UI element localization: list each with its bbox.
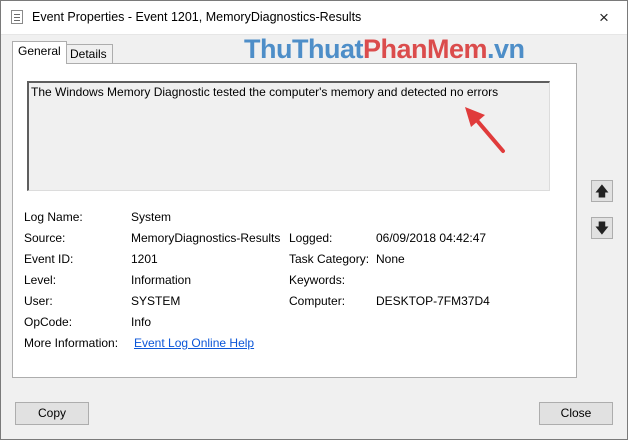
- tab-general[interactable]: General: [12, 41, 67, 64]
- level-value: Information: [131, 273, 192, 287]
- tab-details[interactable]: Details: [64, 44, 113, 64]
- event-log-online-help-link[interactable]: Event Log Online Help: [134, 336, 254, 350]
- event-viewer-icon: [11, 10, 23, 24]
- copy-button[interactable]: Copy: [15, 402, 89, 425]
- event-id-value: 1201: [131, 252, 158, 266]
- source-label: Source:: [24, 231, 66, 245]
- arrow-down-icon: 🡇: [594, 220, 610, 236]
- log-name-value: System: [131, 210, 172, 224]
- logged-label: Logged:: [289, 231, 333, 245]
- computer-value: DESKTOP-7FM37D4: [376, 294, 490, 308]
- logged-value: 06/09/2018 04:42:47: [376, 231, 487, 245]
- title-bar: Event Properties - Event 1201, MemoryDia…: [1, 1, 627, 35]
- opcode-value: Info: [131, 315, 152, 329]
- previous-event-button[interactable]: 🡅: [591, 180, 613, 202]
- log-name-label: Log Name:: [24, 210, 83, 224]
- event-id-label: Event ID:: [24, 252, 74, 266]
- task-category-value: None: [376, 252, 405, 266]
- level-label: Level:: [24, 273, 57, 287]
- user-label: User:: [24, 294, 53, 308]
- task-category-label: Task Category:: [289, 252, 370, 266]
- close-button[interactable]: Close: [539, 402, 613, 425]
- next-event-button[interactable]: 🡇: [591, 217, 613, 239]
- site-watermark: ThuThuatPhanMem.vn: [244, 34, 525, 64]
- close-window-icon[interactable]: ×: [581, 1, 627, 34]
- more-information-label: More Information:: [24, 336, 119, 350]
- source-value: MemoryDiagnostics-Results: [131, 231, 281, 245]
- event-message: The Windows Memory Diagnostic tested the…: [31, 85, 499, 99]
- red-pointer-arrow-icon: [465, 107, 505, 153]
- event-properties-window: Event Properties - Event 1201, MemoryDia…: [0, 0, 628, 440]
- opcode-label: OpCode:: [24, 315, 73, 329]
- computer-label: Computer:: [289, 294, 346, 308]
- keywords-label: Keywords:: [289, 273, 346, 287]
- window-title: Event Properties - Event 1201, MemoryDia…: [32, 10, 362, 24]
- user-value: SYSTEM: [131, 294, 181, 308]
- arrow-up-icon: 🡅: [594, 183, 610, 199]
